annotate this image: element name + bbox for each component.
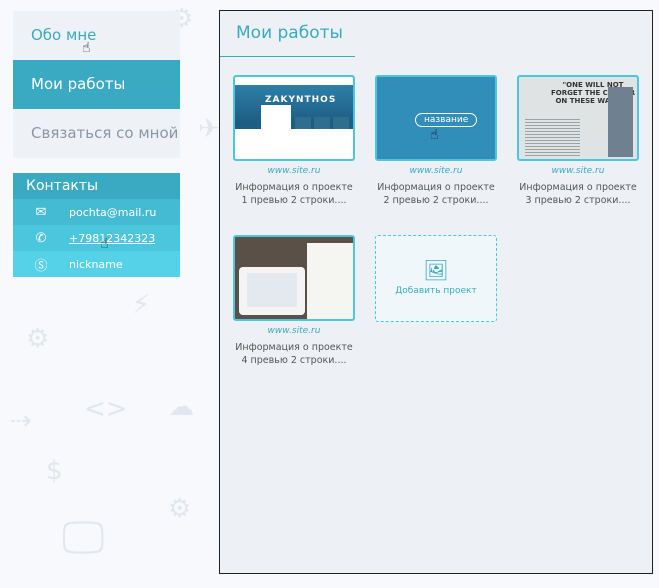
works-panel: Мои работы ZAKYNTHOS www.site.ru Информа… xyxy=(219,10,653,574)
add-project-button[interactable]: 🖼 Добавить проект xyxy=(375,235,497,322)
project-card[interactable]: ZAKYNTHOS www.site.ru Информация о проек… xyxy=(233,75,355,207)
plane-doodle-icon: ✈ xyxy=(198,114,220,144)
contact-skype[interactable]: nickname xyxy=(69,258,123,271)
hand-cursor-icon: ☝ xyxy=(430,127,439,143)
project-info-line: 2 превью 2 строки.... xyxy=(383,195,489,206)
contacts-title: Контакты xyxy=(13,173,180,199)
code-doodle-icon: <> xyxy=(84,394,128,424)
cloud-doodle-icon: ☁ xyxy=(168,392,194,422)
dollar-doodle-icon: $ xyxy=(46,456,63,486)
project-site-link[interactable]: www.site.ru xyxy=(375,166,497,176)
contact-phone-row[interactable]: ✆ +79812342323 xyxy=(13,225,180,251)
contact-skype-row[interactable]: Ⓢ nickname xyxy=(13,251,180,277)
nav-item-about[interactable]: Обо мне xyxy=(13,11,180,60)
page-title: Мои работы xyxy=(220,11,355,57)
project-info: Информация о проекте 3 превью 2 строки..… xyxy=(517,181,639,207)
project-site-link[interactable]: www.site.ru xyxy=(233,326,355,336)
project-info-line: Информация о проекте xyxy=(235,342,353,353)
project-info: Информация о проекте 1 превью 2 строки..… xyxy=(233,181,355,207)
hand-cursor-icon: ☝ xyxy=(100,236,109,252)
thumbnail-brand: ZAKYNTHOS xyxy=(265,95,337,105)
contact-email[interactable]: pochta@mail.ru xyxy=(69,206,156,219)
image-icon: 🖼 xyxy=(423,258,449,282)
project-info-line: 3 превью 2 строки.... xyxy=(525,195,631,206)
project-card[interactable]: "ONE WILL NOT FORGET THE COLOUR ON THESE… xyxy=(517,75,639,207)
phone-icon: ✆ xyxy=(35,230,47,246)
skype-icon: Ⓢ xyxy=(34,258,48,274)
side-nav: Обо мне Мои работы Связаться со мной xyxy=(13,11,180,158)
project-thumbnail[interactable]: "ONE WILL NOT FORGET THE COLOUR ON THESE… xyxy=(517,75,639,161)
project-info-line: 4 превью 2 строки.... xyxy=(241,355,347,366)
hand-cursor-icon: ☝ xyxy=(82,40,91,56)
mail-icon: ✉ xyxy=(35,204,47,220)
project-info-line: 1 превью 2 строки.... xyxy=(241,195,347,206)
add-project-label: Добавить проект xyxy=(395,286,477,296)
project-info-line: Информация о проекте xyxy=(377,182,495,193)
project-card[interactable]: www.site.ru Информация о проекте 4 превь… xyxy=(233,235,355,367)
project-thumbnail[interactable]: название xyxy=(375,75,497,161)
project-info-line: Информация о проекте xyxy=(235,182,353,193)
lightning-doodle-icon: ⚡ xyxy=(132,290,151,320)
project-info: Информация о проекте 4 превью 2 строки..… xyxy=(233,341,355,367)
gear-doodle-icon: ⚙ xyxy=(168,494,192,524)
project-name-label[interactable]: название xyxy=(415,113,478,127)
project-thumbnail[interactable]: ZAKYNTHOS xyxy=(233,75,355,161)
gear-doodle-icon: ⚙ xyxy=(26,324,50,354)
contact-email-row[interactable]: ✉ pochta@mail.ru xyxy=(13,199,180,225)
contacts-panel: Контакты ✉ pochta@mail.ru ✆ +79812342323… xyxy=(13,173,180,277)
project-site-link[interactable]: www.site.ru xyxy=(233,166,355,176)
monitor-doodle-icon: 🖵 xyxy=(62,512,105,563)
nav-item-works[interactable]: Мои работы xyxy=(13,60,180,109)
contact-phone[interactable]: +79812342323 xyxy=(69,232,155,245)
project-info-line: Информация о проекте xyxy=(519,182,637,193)
nav-item-contact[interactable]: Связаться со мной xyxy=(13,109,180,158)
arrow-doodle-icon: ⇢ xyxy=(10,406,32,436)
project-info: Информация о проекте 2 превью 2 строки..… xyxy=(375,181,497,207)
project-site-link[interactable]: www.site.ru xyxy=(517,166,639,176)
project-thumbnail[interactable] xyxy=(233,235,355,321)
